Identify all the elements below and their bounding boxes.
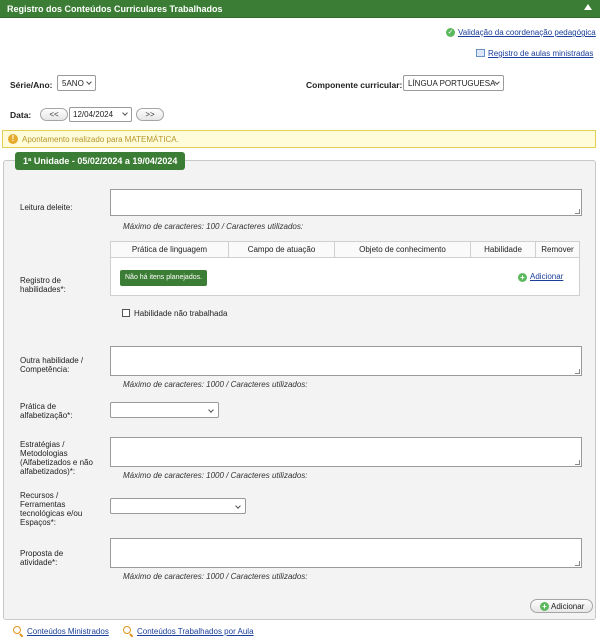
column-header: Campo de atuação [229,242,335,258]
outra-textarea[interactable] [110,346,582,376]
skill-not-worked-checkbox[interactable] [122,309,130,317]
component-select[interactable]: LÍNGUA PORTUGUESA [403,75,504,91]
component-value: LÍNGUA PORTUGUESA [408,79,496,88]
outra-label: Outra habilidade / Competência: [20,356,84,374]
serie-select[interactable]: 5ANO [57,75,96,91]
date-input[interactable]: 12/04/2024 [69,107,132,122]
magnifier-icon [123,626,131,634]
estrategias-hint: Máximo de caracteres: 1000 / Caracteres … [123,471,308,480]
leitura-label: Leitura deleite: [20,203,73,212]
validation-link[interactable]: Validação da coordenação pedagógica [458,28,596,37]
check-circle-icon: ✓ [446,28,455,37]
chevron-down-icon [122,110,128,116]
add-button-label: Adicionar [551,602,585,611]
date-label: Data: [10,110,32,120]
proposta-hint: Máximo de caracteres: 1000 / Caracteres … [123,572,308,581]
prev-date-button[interactable]: << [40,108,68,121]
column-header: Remover [536,242,579,258]
column-header: Objeto de conhecimento [335,242,471,258]
warning-icon: ! [8,134,18,144]
proposta-label: Proposta de atividade*: [20,549,64,567]
table-add-label[interactable]: Adicionar [530,272,563,281]
pratica-label: Prática de alfabetização*: [20,402,73,420]
add-icon: + [540,602,549,611]
resize-grip-icon [575,561,580,566]
column-header: Habilidade [471,242,536,258]
chevron-down-icon [235,503,241,509]
register-icon [476,49,485,57]
footer-link-por-aula-label[interactable]: Conteúdos Trabalhados por Aula [137,627,254,636]
estrategias-label: Estratégias / Metodologias (Alfabetizado… [20,440,93,476]
register-link[interactable]: Registro de aulas ministradas [488,49,593,58]
estrategias-textarea[interactable] [110,437,582,467]
date-value: 12/04/2024 [73,110,114,119]
unit-title: 1ª Unidade - 05/02/2024 a 19/04/2024 [15,152,186,170]
empty-table-message: Não há itens planejados. [120,270,208,286]
add-button[interactable]: + Adicionar [530,599,593,613]
section-title: Registro dos Conteúdos Curriculares Trab… [7,4,223,14]
leitura-hint: Máximo de caracteres: 100 / Caracteres u… [123,222,304,231]
notice-text: Apontamento realizado para MATEMÁTICA. [22,135,179,144]
component-label: Componente curricular: [306,80,403,90]
registro-label: Registro de habilidades*: [20,276,66,294]
column-header: Prática de linguagem [111,242,229,258]
serie-value: 5ANO [62,79,84,88]
recursos-select[interactable] [110,498,246,514]
next-date-button[interactable]: >> [136,108,164,121]
outra-hint: Máximo de caracteres: 1000 / Caracteres … [123,380,308,389]
chevron-down-icon [86,79,92,85]
chevron-down-icon [208,407,214,413]
serie-label: Série/Ano: [10,80,53,90]
proposta-textarea[interactable] [110,538,582,568]
footer-link-ministrados-label[interactable]: Conteúdos Ministrados [27,627,109,636]
recursos-label: Recursos / Ferramentas tecnológicas e/ou… [20,491,83,527]
collapse-arrow-icon[interactable] [584,4,592,10]
skill-not-worked-label: Habilidade não trabalhada [134,309,228,318]
section-header: Registro dos Conteúdos Curriculares Trab… [0,0,600,18]
resize-grip-icon [575,460,580,465]
skills-table: Prática de linguagem Campo de atuação Ob… [110,241,580,296]
add-icon: + [518,273,527,282]
resize-grip-icon [575,209,580,214]
magnifier-icon [13,626,21,634]
resize-grip-icon [575,369,580,374]
leitura-textarea[interactable] [110,189,582,216]
pratica-select[interactable] [110,402,219,418]
notice-banner: ! Apontamento realizado para MATEMÁTICA. [2,130,596,148]
